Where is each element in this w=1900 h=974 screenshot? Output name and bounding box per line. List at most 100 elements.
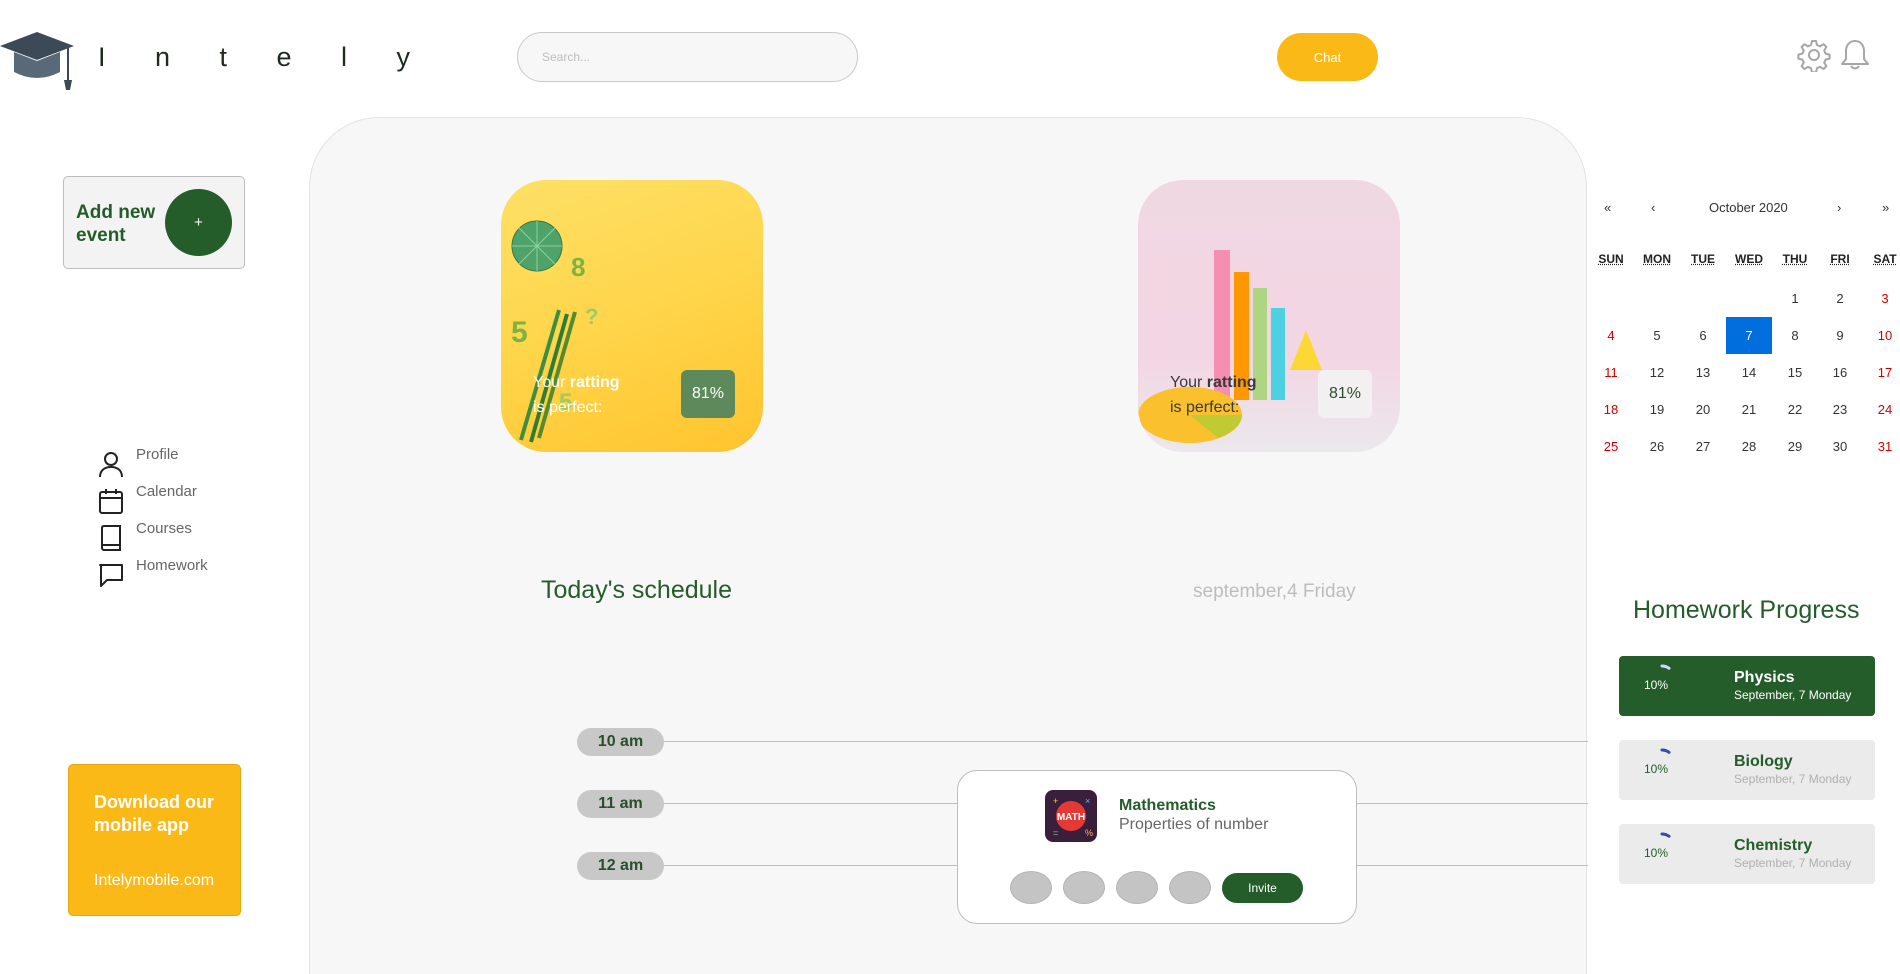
sidebar-item-courses[interactable]: Courses bbox=[98, 520, 258, 557]
rating-caption: Your ratting is perfect: bbox=[1170, 370, 1257, 420]
next-month-button[interactable]: › bbox=[1837, 200, 1841, 215]
calendar-day[interactable]: 29 bbox=[1772, 428, 1818, 465]
progress-percent: 10% bbox=[1644, 762, 1668, 776]
homework-card-chemistry[interactable]: 10% Chemistry September, 7 Monday bbox=[1619, 824, 1875, 884]
calendar-day[interactable]: 24 bbox=[1862, 391, 1900, 428]
calendar-day[interactable]: 26 bbox=[1634, 428, 1680, 465]
homework-card-biology[interactable]: 10% Biology September, 7 Monday bbox=[1619, 740, 1875, 800]
calendar-day[interactable]: 12 bbox=[1634, 354, 1680, 391]
add-event-panel: Add new event + bbox=[63, 176, 245, 269]
rating-value-badge: 81% bbox=[1318, 370, 1372, 418]
sidebar-item-label: Homework bbox=[136, 557, 208, 574]
calendar-day[interactable]: 3 bbox=[1862, 280, 1900, 317]
sidebar-item-homework[interactable]: Homework bbox=[98, 557, 258, 594]
svg-text:MATH: MATH bbox=[1057, 812, 1085, 823]
calendar-day[interactable]: 21 bbox=[1726, 391, 1772, 428]
avatar[interactable] bbox=[1169, 871, 1211, 904]
calendar-day[interactable]: 9 bbox=[1817, 317, 1863, 354]
svg-text:?: ? bbox=[585, 304, 598, 329]
avatar[interactable] bbox=[1116, 871, 1158, 904]
calendar-day[interactable]: 18 bbox=[1588, 391, 1634, 428]
progress-percent: 10% bbox=[1644, 678, 1668, 692]
homework-date: September, 7 Monday bbox=[1734, 772, 1851, 786]
search-input[interactable] bbox=[517, 32, 858, 82]
calendar-day[interactable]: 27 bbox=[1680, 428, 1726, 465]
calendar-day[interactable]: 25 bbox=[1588, 428, 1634, 465]
homework-subject: Physics bbox=[1734, 669, 1794, 687]
invite-button[interactable]: Invite bbox=[1222, 873, 1303, 903]
brand-name: I n t e l y bbox=[98, 42, 431, 73]
calendar-day[interactable]: 31 bbox=[1862, 428, 1900, 465]
calendar-day[interactable]: 22 bbox=[1772, 391, 1818, 428]
rating-card: Your ratting is perfect: 81% bbox=[1138, 180, 1400, 452]
calendar-day[interactable]: 10 bbox=[1862, 317, 1900, 354]
weekday-label: TUE bbox=[1683, 252, 1723, 266]
add-event-button[interactable]: + bbox=[165, 189, 232, 256]
event-subject: Mathematics bbox=[1119, 797, 1216, 815]
homework-subject: Biology bbox=[1734, 753, 1793, 771]
event-card[interactable]: MATH + × = % Mathematics Properties of n… bbox=[957, 770, 1357, 924]
calendar-day[interactable]: 16 bbox=[1817, 354, 1863, 391]
weekday-label: WED bbox=[1729, 252, 1769, 266]
avatar[interactable] bbox=[1010, 871, 1052, 904]
schedule-date: september,4 Friday bbox=[1193, 581, 1356, 603]
svg-text:%: % bbox=[1085, 828, 1093, 838]
calendar-day[interactable]: 30 bbox=[1817, 428, 1863, 465]
time-label: 12 am bbox=[577, 852, 664, 880]
download-title: Download our mobile app bbox=[94, 791, 234, 837]
homework-subject: Chemistry bbox=[1734, 837, 1812, 855]
calendar-day[interactable]: 17 bbox=[1862, 354, 1900, 391]
last-month-button[interactable]: » bbox=[1882, 200, 1889, 215]
month-label[interactable]: October 2020 bbox=[1709, 200, 1788, 215]
progress-percent: 10% bbox=[1644, 846, 1668, 860]
gear-icon[interactable] bbox=[1797, 38, 1831, 72]
time-slot: 10 am bbox=[577, 728, 1588, 756]
calendar-day[interactable]: 20 bbox=[1680, 391, 1726, 428]
bell-icon[interactable] bbox=[1839, 38, 1871, 72]
calendar-day[interactable]: 11 bbox=[1588, 354, 1634, 391]
download-link[interactable]: Intelymobile.com bbox=[94, 872, 214, 890]
weekday-label: SAT bbox=[1865, 252, 1900, 266]
download-app-banner[interactable]: Download our mobile app Intelymobile.com bbox=[68, 764, 241, 916]
user-icon bbox=[98, 450, 124, 478]
prev-month-button[interactable]: ‹ bbox=[1651, 200, 1655, 215]
svg-text:×: × bbox=[1085, 796, 1090, 806]
main-panel: 8 5 ? 5 Your ratting is perfect: 81% You… bbox=[309, 117, 1587, 974]
homework-date: September, 7 Monday bbox=[1734, 688, 1851, 702]
calendar-day[interactable]: 15 bbox=[1772, 354, 1818, 391]
calendar-day-selected[interactable]: 7 bbox=[1726, 317, 1772, 354]
time-label: 11 am bbox=[577, 790, 664, 818]
sidebar-item-profile[interactable]: Profile bbox=[98, 446, 258, 483]
sidebar-item-calendar[interactable]: Calendar bbox=[98, 483, 258, 520]
math-app-icon: MATH + × = % bbox=[1045, 790, 1097, 842]
calendar-day[interactable]: 19 bbox=[1634, 391, 1680, 428]
homework-card-physics[interactable]: 10% Physics September, 7 Monday bbox=[1619, 656, 1875, 716]
chat-button[interactable]: Chat bbox=[1277, 33, 1378, 81]
schedule-title: Today's schedule bbox=[541, 576, 732, 605]
calendar-day[interactable]: 13 bbox=[1680, 354, 1726, 391]
calendar-day[interactable]: 23 bbox=[1817, 391, 1863, 428]
svg-text:+: + bbox=[1053, 796, 1058, 806]
rating-card: 8 5 ? 5 Your ratting is perfect: 81% bbox=[501, 180, 763, 452]
weekday-header: SUN MON TUE WED THU FRI SAT bbox=[1588, 252, 1900, 268]
svg-text:8: 8 bbox=[571, 252, 585, 282]
calendar-day[interactable]: 14 bbox=[1726, 354, 1772, 391]
participant-avatars bbox=[1010, 871, 1222, 904]
calendar-day[interactable]: 2 bbox=[1817, 280, 1863, 317]
sidebar-item-label: Profile bbox=[136, 446, 179, 463]
graduation-cap-icon bbox=[0, 28, 78, 94]
calendar-day[interactable]: 6 bbox=[1680, 317, 1726, 354]
calendar-day[interactable]: 28 bbox=[1726, 428, 1772, 465]
avatar[interactable] bbox=[1063, 871, 1105, 904]
calendar-navigation: « ‹ October 2020 › » bbox=[1588, 192, 1900, 224]
svg-text:=: = bbox=[1053, 828, 1058, 838]
weekday-label: MON bbox=[1637, 252, 1677, 266]
calendar-day[interactable]: 1 bbox=[1772, 280, 1818, 317]
event-topic: Properties of number bbox=[1119, 816, 1268, 834]
time-slot-line bbox=[657, 741, 1588, 742]
calendar-day[interactable]: 8 bbox=[1772, 317, 1818, 354]
first-month-button[interactable]: « bbox=[1604, 200, 1611, 215]
calendar-day[interactable]: 5 bbox=[1634, 317, 1680, 354]
weekday-label: THU bbox=[1775, 252, 1815, 266]
calendar-day[interactable]: 4 bbox=[1588, 317, 1634, 354]
